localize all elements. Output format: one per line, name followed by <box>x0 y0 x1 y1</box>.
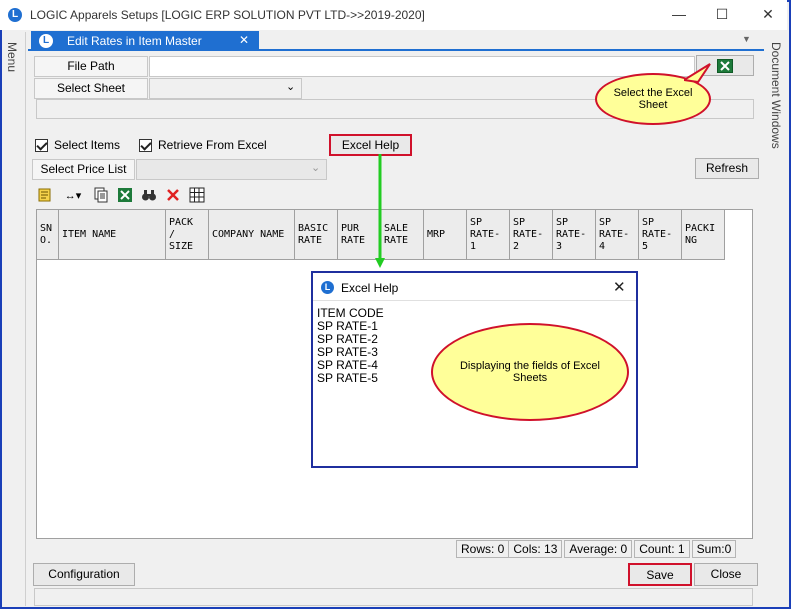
callout-select-sheet-text: Select the Excel Sheet <box>613 87 693 111</box>
app-logo-icon: L <box>8 8 22 22</box>
excel-help-dialog: L Excel Help ✕ ITEM CODE SP RATE-1 SP RA… <box>311 271 638 468</box>
column-header[interactable]: SP RATE- 4 <box>596 210 639 259</box>
close-button[interactable]: Close <box>694 563 758 586</box>
title-bar: L LOGIC Apparels Setups [LOGIC ERP SOLUT… <box>0 0 787 30</box>
excel-export-icon[interactable] <box>116 186 134 204</box>
tab-label: Edit Rates in Item Master <box>67 34 202 48</box>
column-header[interactable]: SP RATE- 3 <box>553 210 596 259</box>
chevron-down-icon: ⌄ <box>311 162 321 174</box>
file-path-label: File Path <box>34 56 148 77</box>
grid-icon[interactable] <box>188 186 206 204</box>
select-sheet-label: Select Sheet <box>34 78 148 99</box>
document-windows-rail[interactable]: Document Windows <box>766 32 787 606</box>
tab-edit-rates[interactable]: L Edit Rates in Item Master ✕ <box>31 31 259 51</box>
column-header[interactable]: PACKI NG <box>682 210 725 259</box>
dialog-field-list: ITEM CODE SP RATE-1 SP RATE-2 SP RATE-3 … <box>317 307 384 385</box>
dialog-title: Excel Help <box>341 281 399 295</box>
status-rows: Rows: 0 <box>456 540 510 558</box>
minimize-button[interactable]: — <box>668 4 690 24</box>
configuration-label: Configuration <box>48 567 120 581</box>
callout-pointer-icon <box>684 63 711 84</box>
excel-help-label: Excel Help <box>341 138 400 152</box>
refresh-button[interactable]: Refresh <box>695 158 759 179</box>
tab-strip: L Edit Rates in Item Master ✕ ▼ <box>28 31 764 51</box>
delete-icon[interactable] <box>164 186 182 204</box>
column-header[interactable]: PACK / SIZE <box>166 210 209 259</box>
callout-fields: Displaying the fields of Excel Sheets <box>431 323 629 421</box>
status-count: Count: 1 <box>634 540 690 558</box>
column-header[interactable]: SN O. <box>37 210 59 259</box>
pointer-arrow-icon <box>375 154 385 268</box>
list-item: SP RATE-5 <box>317 371 378 385</box>
retrieve-from-excel-checkbox[interactable]: Retrieve From Excel <box>139 138 267 152</box>
select-sheet-dropdown[interactable]: ⌄ <box>149 78 302 99</box>
column-header[interactable]: SP RATE- 2 <box>510 210 553 259</box>
find-binoculars-icon[interactable] <box>140 186 158 204</box>
status-cols: Cols: 13 <box>509 540 563 558</box>
status-bar: Rows: 0 Cols: 13 Average: 0 Count: 1 Sum… <box>454 540 737 558</box>
select-price-list-dropdown[interactable]: ⌄ <box>136 159 327 180</box>
grid-toolbar: ↔▾ <box>36 185 206 205</box>
dialog-title-bar: L Excel Help ✕ <box>313 273 636 301</box>
select-items-checkbox[interactable]: Select Items <box>35 138 120 152</box>
callout-fields-text: Displaying the fields of Excel Sheets <box>459 360 600 384</box>
select-items-label: Select Items <box>54 138 121 152</box>
tab-close-icon[interactable]: ✕ <box>239 33 249 47</box>
excel-help-button[interactable]: Excel Help <box>329 134 412 156</box>
dialog-logo-icon: L <box>321 281 334 294</box>
column-header[interactable]: ITEM NAME <box>59 210 166 259</box>
column-header[interactable]: BASIC RATE <box>295 210 338 259</box>
bottom-status-strip <box>34 588 753 606</box>
excel-icon <box>717 59 733 73</box>
document-windows-label: Document Windows <box>769 42 783 149</box>
chevron-down-icon: ⌄ <box>286 81 296 93</box>
copy-icon[interactable] <box>92 186 110 204</box>
edit-note-icon[interactable] <box>36 186 54 204</box>
column-header[interactable]: MRP <box>424 210 467 259</box>
column-header[interactable]: SP RATE- 5 <box>639 210 682 259</box>
column-header[interactable]: COMPANY NAME <box>209 210 295 259</box>
column-header[interactable]: SP RATE- 1 <box>467 210 510 259</box>
save-button[interactable]: Save <box>628 563 692 586</box>
close-window-button[interactable]: ✕ <box>757 4 779 24</box>
checkbox-checked-icon <box>139 138 152 152</box>
window-title: LOGIC Apparels Setups [LOGIC ERP SOLUTIO… <box>30 8 425 22</box>
dialog-close-icon[interactable]: ✕ <box>613 278 626 296</box>
close-label: Close <box>710 567 742 581</box>
file-path-input[interactable] <box>149 56 695 77</box>
status-average: Average: 0 <box>564 540 633 558</box>
checkbox-checked-icon <box>35 138 48 152</box>
configuration-button[interactable]: Configuration <box>33 563 135 586</box>
save-label: Save <box>646 568 674 582</box>
maximize-button[interactable]: ☐ <box>711 4 733 24</box>
status-sum: Sum:0 <box>691 540 737 558</box>
tab-list-arrow-icon[interactable]: ▼ <box>742 34 751 44</box>
tab-logo-icon: L <box>39 34 53 48</box>
menu-rail-label: Menu <box>5 42 19 73</box>
column-width-icon[interactable]: ↔▾ <box>60 186 86 204</box>
menu-rail[interactable]: Menu <box>2 32 26 606</box>
refresh-label: Refresh <box>705 161 749 175</box>
retrieve-from-excel-label: Retrieve From Excel <box>158 138 267 152</box>
select-price-list-label: Select Price List <box>32 159 135 180</box>
